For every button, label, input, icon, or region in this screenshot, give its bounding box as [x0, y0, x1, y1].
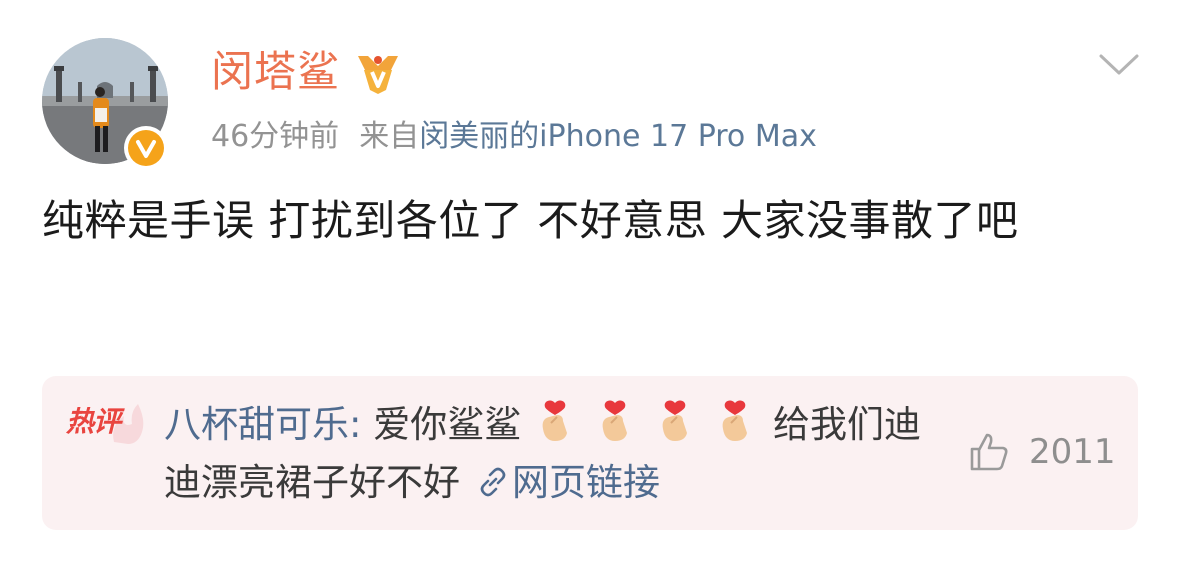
verified-badge — [124, 126, 168, 170]
post-timestamp: 46分钟前 — [211, 119, 340, 154]
vip-crown-badge-icon[interactable] — [354, 50, 402, 96]
finger-heart-emoji-icon — [593, 399, 637, 443]
source-device-link[interactable]: 闵美丽的iPhone 17 Pro Max — [419, 119, 817, 154]
finger-heart-emoji-icon — [533, 399, 577, 443]
chevron-down-icon[interactable] — [1098, 52, 1140, 78]
post-text: 纯粹是手误 打扰到各位了 不好意思 大家没事散了吧 — [42, 196, 1019, 245]
web-link[interactable]: 网页链接 — [512, 461, 660, 504]
finger-heart-emoji-icon — [653, 399, 697, 443]
commenter-name[interactable]: 八杯甜可乐 — [164, 403, 349, 446]
hot-comment-box[interactable]: 热评 八杯甜可乐: 爱你鲨鲨 给我们迪迪漂亮裙子好不好 网页链接 2011 — [42, 376, 1138, 530]
finger-heart-emoji-icon — [713, 399, 757, 443]
comment-text-before-emoji: 爱你鲨鲨 — [373, 403, 522, 446]
username[interactable]: 闵塔鲨 — [211, 44, 340, 100]
source-prefix: 来自 — [359, 119, 420, 154]
thumbs-up-icon — [970, 433, 1008, 471]
hot-comment-label: 热评 — [66, 405, 121, 438]
hot-comment-tag: 热评 — [66, 402, 146, 446]
weibo-post-card: 闵塔鲨 46分钟前 来自闵美丽的iPhone 17 Pro Max 纯粹是手误 打… — [0, 0, 1179, 566]
commenter-separator: : — [349, 403, 362, 446]
verified-v-icon — [128, 130, 164, 166]
link-icon[interactable] — [478, 456, 508, 497]
post-meta: 46分钟前 来自闵美丽的iPhone 17 Pro Max — [211, 117, 817, 157]
like-count: 2011 — [1029, 432, 1116, 472]
hot-comment-text: 八杯甜可乐: 爱你鲨鲨 给我们迪迪漂亮裙子好不好 网页链接 — [164, 396, 934, 512]
